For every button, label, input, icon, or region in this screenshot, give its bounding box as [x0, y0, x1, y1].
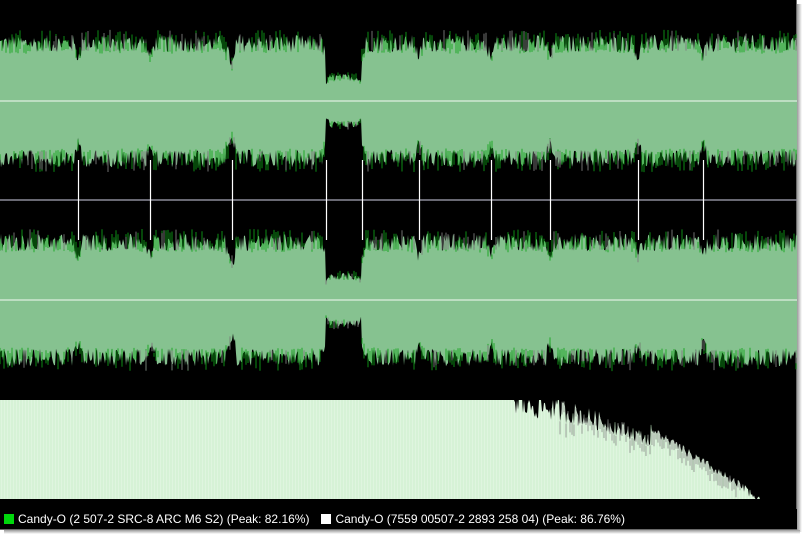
waveform-canvas [0, 29, 797, 499]
legend-item-track-1: Candy-O (2 507-2 SRC-8 ARC M6 S2) (Peak:… [4, 512, 309, 526]
legend-label-track-1: Candy-O (2 507-2 SRC-8 ARC M6 S2) (Peak:… [18, 512, 310, 526]
legend-item-track-2: Candy-O (7559 00507-2 2893 258 04) (Peak… [321, 512, 625, 526]
frame-shadow-right [797, 4, 802, 532]
legend-swatch-white [321, 514, 332, 524]
frame-shadow-bottom [4, 530, 800, 534]
legend-swatch-green [4, 514, 14, 524]
legend-label-track-2: Candy-O (7559 00507-2 2893 258 04) (Peak… [335, 512, 625, 526]
waveform-comparison-panel: Candy-O (2 507-2 SRC-8 ARC M6 S2) (Peak:… [0, 0, 797, 530]
legend-bar: Candy-O (2 507-2 SRC-8 ARC M6 S2) (Peak:… [0, 509, 797, 529]
